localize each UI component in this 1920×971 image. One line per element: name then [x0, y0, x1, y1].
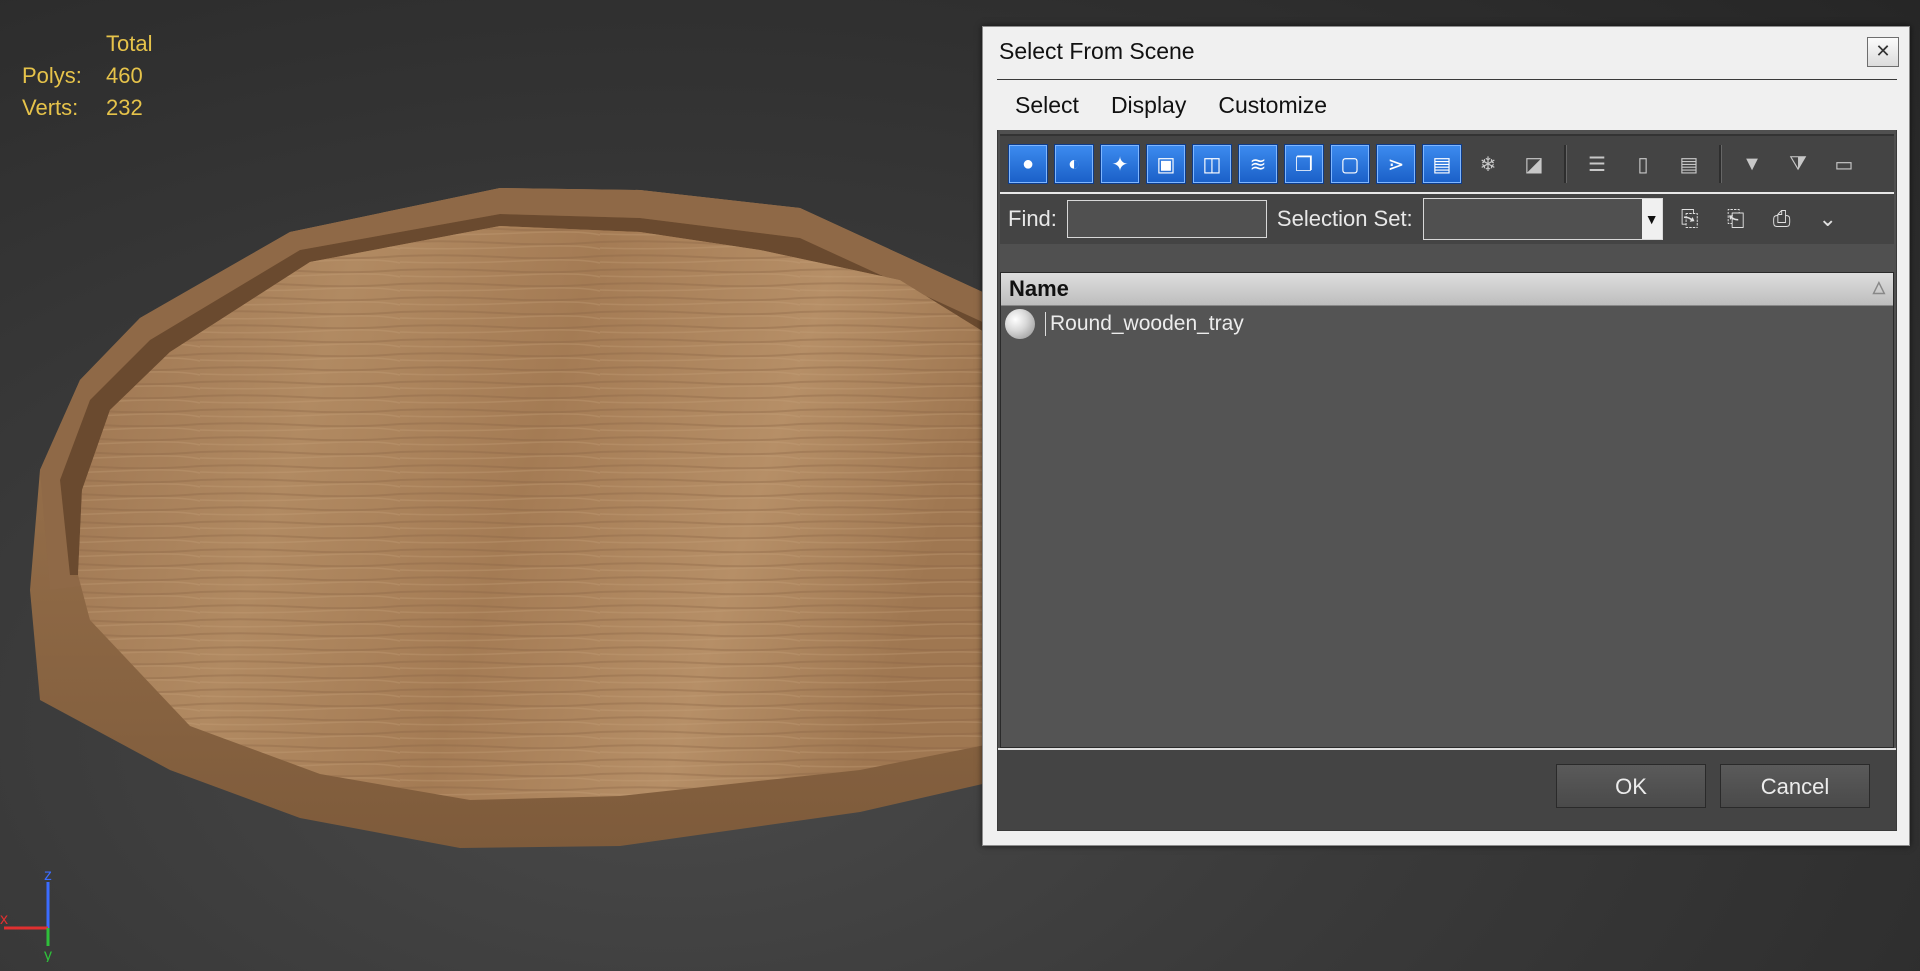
column-name-label: Name	[1009, 276, 1069, 301]
groups-icon[interactable]: ❐	[1284, 144, 1324, 184]
display-children-icon[interactable]: ▭	[1824, 144, 1864, 184]
select-none-icon[interactable]: ▯	[1623, 144, 1663, 184]
edit-set-icon[interactable]: ⎙	[1763, 200, 1801, 238]
filter-options-icon[interactable]: ⧩	[1778, 144, 1818, 184]
ok-button[interactable]: OK	[1556, 764, 1706, 808]
tray-model	[30, 188, 1000, 848]
axis-x-label: x	[0, 911, 8, 928]
find-input[interactable]	[1066, 200, 1267, 238]
helpers-icon[interactable]: ◫	[1192, 144, 1232, 184]
invert-selection-icon[interactable]: ▤	[1669, 144, 1709, 184]
stats-header: Total	[106, 31, 153, 56]
shapes-icon[interactable]: ◐	[1054, 144, 1094, 184]
create-set-icon[interactable]: ⎘	[1671, 200, 1709, 238]
menu-select[interactable]: Select	[1015, 92, 1079, 119]
polys-value: 460	[106, 63, 143, 88]
close-icon[interactable]: ✕	[1867, 37, 1899, 67]
find-label: Find:	[1008, 206, 1057, 231]
dialog-footer: OK Cancel	[998, 748, 1896, 830]
cameras-icon[interactable]: ▣	[1146, 144, 1186, 184]
filter-toolbar: ● ◐ ✦ ▣ ◫ ≋ ❐ ▢ ⋗ ▤ ❄ ◪ ☰ ▯ ▤ ▼ ⧩ ▭	[1000, 134, 1894, 194]
filter-icon[interactable]: ▼	[1732, 144, 1772, 184]
space-warps-icon[interactable]: ≋	[1238, 144, 1278, 184]
dialog-title: Select From Scene	[999, 37, 1195, 64]
toolbar-separator	[1719, 145, 1722, 183]
sort-ascending-icon: △	[1872, 279, 1885, 296]
dialog-client: Select Display Customize ● ◐ ✦ ▣ ◫ ≋ ❐ ▢…	[997, 79, 1897, 831]
axis-gizmo: z x y	[0, 867, 52, 962]
viewport-stats: Total Polys: 460 Verts: 232	[22, 28, 152, 124]
list-item[interactable]: Round_wooden_tray	[1001, 306, 1893, 342]
axis-z-label: z	[44, 867, 52, 884]
selection-set-dropdown[interactable]: ▼	[1422, 198, 1663, 240]
bones-icon[interactable]: ⋗	[1376, 144, 1416, 184]
cancel-button[interactable]: Cancel	[1720, 764, 1870, 808]
geometry-icon[interactable]: ●	[1008, 144, 1048, 184]
menu-display[interactable]: Display	[1111, 92, 1186, 119]
chevron-down-icon[interactable]: ▼	[1641, 199, 1662, 239]
select-from-scene-dialog: Select From Scene ✕ Select Display Custo…	[982, 26, 1910, 846]
lights-icon[interactable]: ✦	[1100, 144, 1140, 184]
configure-columns-icon[interactable]: ⌄	[1809, 200, 1847, 238]
object-list: Name △ Round_wooden_tray	[1000, 272, 1894, 748]
remove-set-icon[interactable]: ⎗	[1717, 200, 1755, 238]
selection-set-label: Selection Set:	[1276, 206, 1413, 231]
xrefs-icon[interactable]: ▢	[1330, 144, 1370, 184]
menu-customize[interactable]: Customize	[1218, 92, 1327, 119]
containers-icon[interactable]: ▤	[1422, 144, 1462, 184]
verts-label: Verts:	[22, 95, 79, 120]
column-header-name[interactable]: Name △	[1001, 273, 1893, 306]
find-bar: Find: Selection Set: ▼ ⎘ ⎗ ⎙ ⌄	[1000, 194, 1894, 244]
sphere-object-icon	[1005, 309, 1035, 339]
frozen-icon[interactable]: ❄	[1468, 144, 1508, 184]
polys-label: Polys:	[22, 63, 82, 88]
object-name: Round_wooden_tray	[1045, 312, 1244, 336]
verts-value: 232	[106, 95, 143, 120]
toolbar-separator	[1564, 145, 1567, 183]
menu-bar: Select Display Customize	[997, 80, 1897, 130]
select-all-icon[interactable]: ☰	[1577, 144, 1617, 184]
dialog-titlebar[interactable]: Select From Scene	[983, 27, 1909, 75]
axis-y-label: y	[44, 947, 52, 962]
hidden-icon[interactable]: ◪	[1514, 144, 1554, 184]
